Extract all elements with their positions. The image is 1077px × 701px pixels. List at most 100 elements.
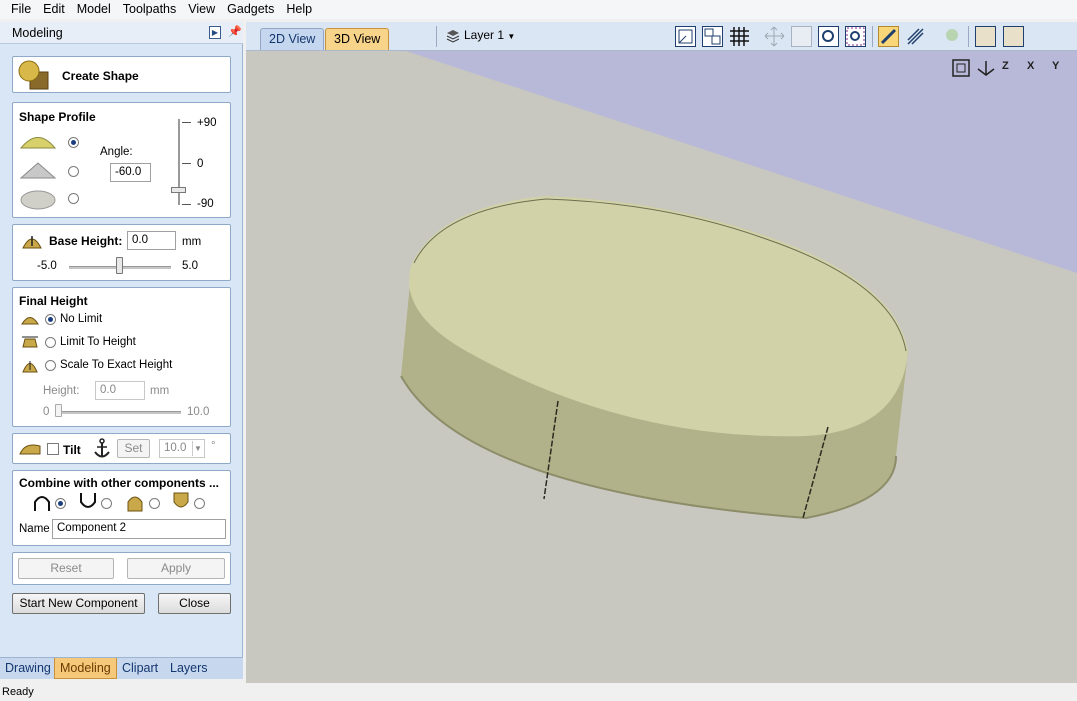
scale-height-label[interactable]: Scale To Exact Height (60, 359, 172, 371)
combine-merge-icon (127, 496, 143, 512)
tab-2d-view[interactable]: 2D View (260, 28, 325, 50)
base-height-input[interactable]: 0.0 (127, 231, 176, 250)
view-iso-icon[interactable] (976, 59, 996, 77)
zoom-in-icon[interactable] (791, 26, 812, 47)
tilt-set-button[interactable]: Set (117, 439, 150, 458)
view-y-icon[interactable]: Y (1052, 60, 1059, 72)
final-height-box: Final Height No Limit Limit To Height Sc… (12, 287, 231, 427)
view-fit-icon[interactable] (952, 59, 970, 77)
menu-bar: File Edit Model Toolpaths View Gadgets H… (0, 0, 1077, 19)
component-name-label: Name (19, 523, 50, 535)
combine-low-icon (173, 492, 189, 508)
angle-label: Angle: (100, 146, 133, 158)
view-x-icon[interactable]: X (1027, 60, 1034, 72)
base-height-unit: mm (182, 236, 202, 248)
menu-view[interactable]: View (182, 0, 221, 19)
shape-profile-box: Shape Profile Angle: -60.0 +90 0 -90 (12, 102, 231, 218)
tilt-checkbox[interactable] (47, 443, 59, 455)
no-limit-label[interactable]: No Limit (60, 313, 102, 325)
close-button[interactable]: Close (158, 593, 231, 614)
limit-height-icon (22, 336, 38, 348)
tab-modeling[interactable]: Modeling (54, 658, 117, 679)
height-slider[interactable] (55, 411, 181, 414)
3d-viewport[interactable]: Z X Y (246, 51, 1077, 683)
height-slider-min: 0 (43, 406, 50, 418)
combine-add-radio[interactable] (55, 498, 66, 509)
no-limit-radio[interactable] (45, 314, 56, 325)
profile-vbit-radio[interactable] (68, 166, 79, 177)
height-label: Height: (43, 385, 80, 397)
layout-vertical-icon[interactable] (1003, 26, 1024, 47)
zoom-extents-icon[interactable] (818, 26, 839, 47)
dock-icon[interactable]: ▶ (209, 26, 221, 39)
tilt-label[interactable]: Tilt (63, 443, 81, 457)
tilt-icon (19, 444, 41, 455)
flat-profile-icon[interactable] (19, 189, 57, 211)
status-bar: Ready (0, 683, 1077, 698)
apply-button[interactable]: Apply (127, 558, 225, 579)
profile-round-radio[interactable] (68, 137, 79, 148)
no-limit-icon (21, 317, 39, 325)
vbit-profile-icon[interactable] (19, 161, 57, 181)
layer-select[interactable]: Layer 1 ▼ (464, 28, 515, 42)
pin-icon[interactable]: 📌 (228, 25, 242, 38)
height-slider-thumb[interactable] (55, 404, 62, 417)
round-profile-icon[interactable] (19, 131, 57, 151)
tab-clipart[interactable]: Clipart (117, 658, 163, 679)
base-height-thumb[interactable] (116, 257, 123, 274)
base-height-icon (22, 236, 42, 249)
anchor-icon[interactable] (93, 438, 111, 460)
base-height-min: -5.0 (37, 260, 57, 272)
combine-title: Combine with other components ... (19, 476, 220, 490)
tab-drawing[interactable]: Drawing (0, 658, 56, 679)
component-name-input[interactable]: Component 2 (52, 519, 226, 539)
zoom-fit-icon[interactable] (702, 26, 723, 47)
angle-scale-mid: 0 (197, 158, 204, 170)
3d-scene[interactable] (246, 51, 1077, 683)
reset-button[interactable]: Reset (18, 558, 114, 579)
angle-slider-thumb[interactable] (171, 187, 186, 194)
limit-height-radio[interactable] (45, 337, 56, 348)
base-height-box: Base Height: 0.0 mm -5.0 5.0 (12, 224, 231, 281)
snap-icon[interactable] (878, 26, 899, 47)
pan-icon[interactable] (764, 26, 785, 47)
angle-input[interactable]: -60.0 (110, 163, 151, 182)
toolpath-icon[interactable] (905, 26, 926, 47)
menu-edit[interactable]: Edit (37, 0, 71, 19)
panel-tabs: Drawing Modeling Clipart Layers (0, 657, 243, 679)
tilt-angle-value: 10.0 (164, 442, 187, 454)
view-z-icon[interactable]: Z (1002, 60, 1009, 72)
tab-3d-view[interactable]: 3D View (325, 28, 390, 50)
menu-model[interactable]: Model (71, 0, 117, 19)
profile-flat-radio[interactable] (68, 193, 79, 204)
tab-layers[interactable]: Layers (165, 658, 213, 679)
menu-help[interactable]: Help (280, 0, 318, 19)
combine-low-radio[interactable] (194, 498, 205, 509)
tilt-box: Tilt Set 10.0 ▼ ° (12, 433, 231, 464)
start-new-component-button[interactable]: Start New Component (12, 593, 145, 614)
zoom-box-icon[interactable] (675, 26, 696, 47)
tilt-angle-select[interactable]: 10.0 ▼ (159, 439, 205, 458)
layout-horizontal-icon[interactable] (975, 26, 996, 47)
height-unit: mm (150, 385, 170, 397)
grid-icon[interactable] (729, 26, 750, 47)
view-toolbar: 2D View 3D View Layer 1 ▼ (246, 22, 1077, 51)
combine-subtract-icon (80, 493, 96, 508)
height-input[interactable]: 0.0 (95, 381, 145, 400)
chevron-down-icon[interactable]: ▼ (192, 441, 203, 456)
render-icon[interactable] (942, 26, 963, 47)
scale-height-radio[interactable] (45, 360, 56, 371)
height-slider-max: 10.0 (187, 406, 210, 418)
menu-toolpaths[interactable]: Toolpaths (117, 0, 183, 19)
limit-height-label[interactable]: Limit To Height (60, 336, 136, 348)
tilt-degree: ° (211, 440, 216, 452)
chevron-down-icon: ▼ (507, 32, 516, 41)
status-text: Ready (2, 686, 34, 698)
create-shape-box[interactable]: Create Shape (12, 56, 231, 93)
combine-merge-radio[interactable] (149, 498, 160, 509)
menu-file[interactable]: File (0, 0, 37, 19)
zoom-selection-icon[interactable] (845, 26, 866, 47)
combine-subtract-radio[interactable] (101, 498, 112, 509)
menu-gadgets[interactable]: Gadgets (221, 0, 280, 19)
panel-header: Modeling ▶ 📌 (0, 22, 243, 44)
